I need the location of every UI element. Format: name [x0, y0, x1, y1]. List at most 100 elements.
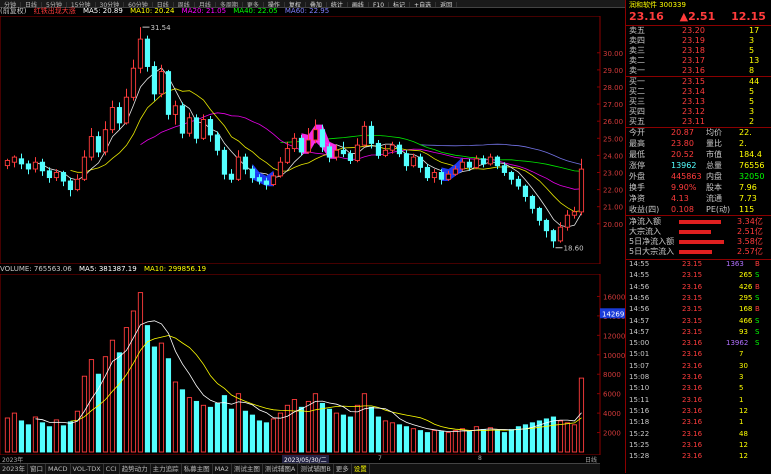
tick-row[interactable]: 15:28 23.16 12 [629, 452, 771, 461]
stat-row: 收益(四) 0.108 PE(动) 115 [629, 205, 771, 215]
volume-bar [25, 424, 32, 453]
ask-price: 23.18 [682, 46, 705, 55]
candlestick-chart[interactable]: 30.00 29.00 28.00 27.00 26.00 25.00 24.00 23.00… [0, 16, 625, 264]
candle-body [340, 149, 347, 155]
tick-time: 15:08 [629, 373, 650, 381]
tick-row[interactable]: 14:56 23.15 168 B [629, 305, 771, 314]
tick-price: 23.16 [682, 339, 703, 348]
volume-bar [340, 414, 347, 453]
tick-row[interactable]: 15:16 23.16 12 [629, 407, 771, 416]
volume-bar [403, 426, 410, 453]
price-tick-label: 22.00 [603, 187, 623, 195]
legend-ma5: MA5: 20.89 [82, 7, 123, 15]
candle-body [116, 107, 123, 124]
legend-indicator: 红铁出现大涨 [33, 7, 76, 15]
candle-body [228, 173, 235, 180]
tick-row[interactable]: 14:56 23.16 426 B [629, 283, 771, 292]
stat-value-b: 7.73 [739, 194, 757, 203]
volume-bar [4, 417, 11, 453]
bid-label: 买三 [629, 97, 645, 106]
candle-body [270, 175, 277, 185]
volume-tick-label: 6000 [603, 391, 621, 399]
candle-body [25, 163, 32, 170]
tick-volume: 1 [739, 418, 744, 427]
volume-bar [67, 421, 74, 453]
tick-row[interactable]: 15:08 23.16 3 [629, 373, 771, 382]
ask-volume: 17 [749, 26, 760, 35]
candle-body [144, 38, 151, 67]
tick-row[interactable]: 15:25 23.16 12 [629, 441, 771, 450]
tick-time: 15:22 [629, 429, 650, 438]
candle-body [501, 165, 508, 173]
candle-body [578, 168, 585, 213]
candle-body [410, 156, 417, 167]
volume-bar [494, 430, 501, 453]
tick-volume: 426 [739, 282, 753, 291]
tick-time: 14:57 [629, 327, 650, 336]
tick-row[interactable]: 15:07 23.16 30 [629, 362, 771, 371]
candle-body [312, 129, 319, 141]
quote-panel: 润和软件 300339 23.16 ▲2.51 12.15 卖五 23.20 17 卖… [625, 0, 771, 473]
stat-value-b: 2. [739, 139, 747, 148]
volume-bar [333, 412, 340, 453]
tick-price: 23.16 [682, 440, 703, 449]
ask-price: 23.20 [682, 26, 705, 35]
stat-value-a: 13962 [671, 161, 697, 170]
price-tick-label: 23.00 [603, 169, 623, 177]
tick-time: 15:00 [629, 339, 650, 348]
price-tick-label: 26.00 [603, 118, 623, 126]
volume-bar [88, 359, 95, 453]
volume-bar [109, 339, 116, 453]
volume-bar [347, 416, 354, 453]
volume-bar [466, 431, 473, 453]
tick-volume: 5 [739, 384, 744, 393]
candle-body [389, 144, 396, 151]
stat-value-b: 115 [739, 205, 755, 214]
tick-row[interactable]: 15:18 23.16 1 [629, 418, 771, 427]
tick-row[interactable]: 14:56 23.15 295 S [629, 294, 771, 303]
date-right: 8 [478, 455, 482, 462]
tick-row[interactable]: 14:55 23.15 265 S [629, 271, 771, 280]
volume-bar [564, 422, 571, 453]
tick-time: 14:56 [629, 282, 650, 291]
candle-body [452, 168, 459, 175]
tick-row[interactable]: 14:57 23.15 466 S [629, 317, 771, 326]
candle-body [326, 146, 333, 158]
tick-row[interactable]: 14:57 23.15 93 S [629, 328, 771, 337]
last-price: 23.16 [629, 10, 664, 23]
volume-bar [550, 416, 557, 453]
volume-bar [172, 381, 179, 453]
volume-bar [368, 406, 375, 453]
stat-label-b: 流通 [706, 194, 722, 203]
volume-bar [361, 393, 368, 453]
tick-time: 14:57 [629, 316, 650, 325]
ask-price: 23.19 [682, 36, 705, 45]
bid-volume: 5 [749, 97, 755, 106]
stat-row: 涨停 13962 总量 76556 [629, 161, 771, 171]
volume-bar [270, 418, 277, 453]
tick-row[interactable]: 15:22 23.16 48 [629, 430, 771, 439]
price-header: 23.16 ▲2.51 12.15 [629, 10, 771, 24]
volume-chart[interactable]: 1600014000120001000080006000400020001426… [0, 274, 625, 455]
tick-row[interactable]: 15:01 23.16 7 [629, 350, 771, 359]
tick-time: 14:55 [629, 271, 650, 280]
tick-row[interactable]: 15:10 23.16 5 [629, 384, 771, 393]
volume-ma10: MA10: 299856.19 [143, 265, 207, 273]
volume-bar [158, 342, 165, 453]
flow-bar [679, 220, 721, 224]
volume-cursor-label: 14269 [602, 310, 624, 318]
tick-time: 15:18 [629, 418, 650, 427]
ask-price: 23.16 [682, 66, 705, 75]
volume-bar [557, 420, 564, 453]
tick-time: 15:01 [629, 350, 650, 359]
candle-body [396, 144, 403, 155]
tick-row[interactable]: 15:11 23.16 1 [629, 396, 771, 405]
tick-row[interactable]: 14:55 23.15 1363 B [629, 260, 771, 269]
bid-row: 买一 23.15 44 [629, 77, 771, 87]
tick-price: 23.15 [682, 316, 703, 325]
volume-bar [249, 414, 256, 453]
tick-row[interactable]: 15:00 23.16 13962 S [629, 339, 771, 348]
candle-body [361, 125, 368, 146]
price-pct: 12.15 [731, 10, 766, 23]
bid-volume: 5 [749, 87, 755, 96]
